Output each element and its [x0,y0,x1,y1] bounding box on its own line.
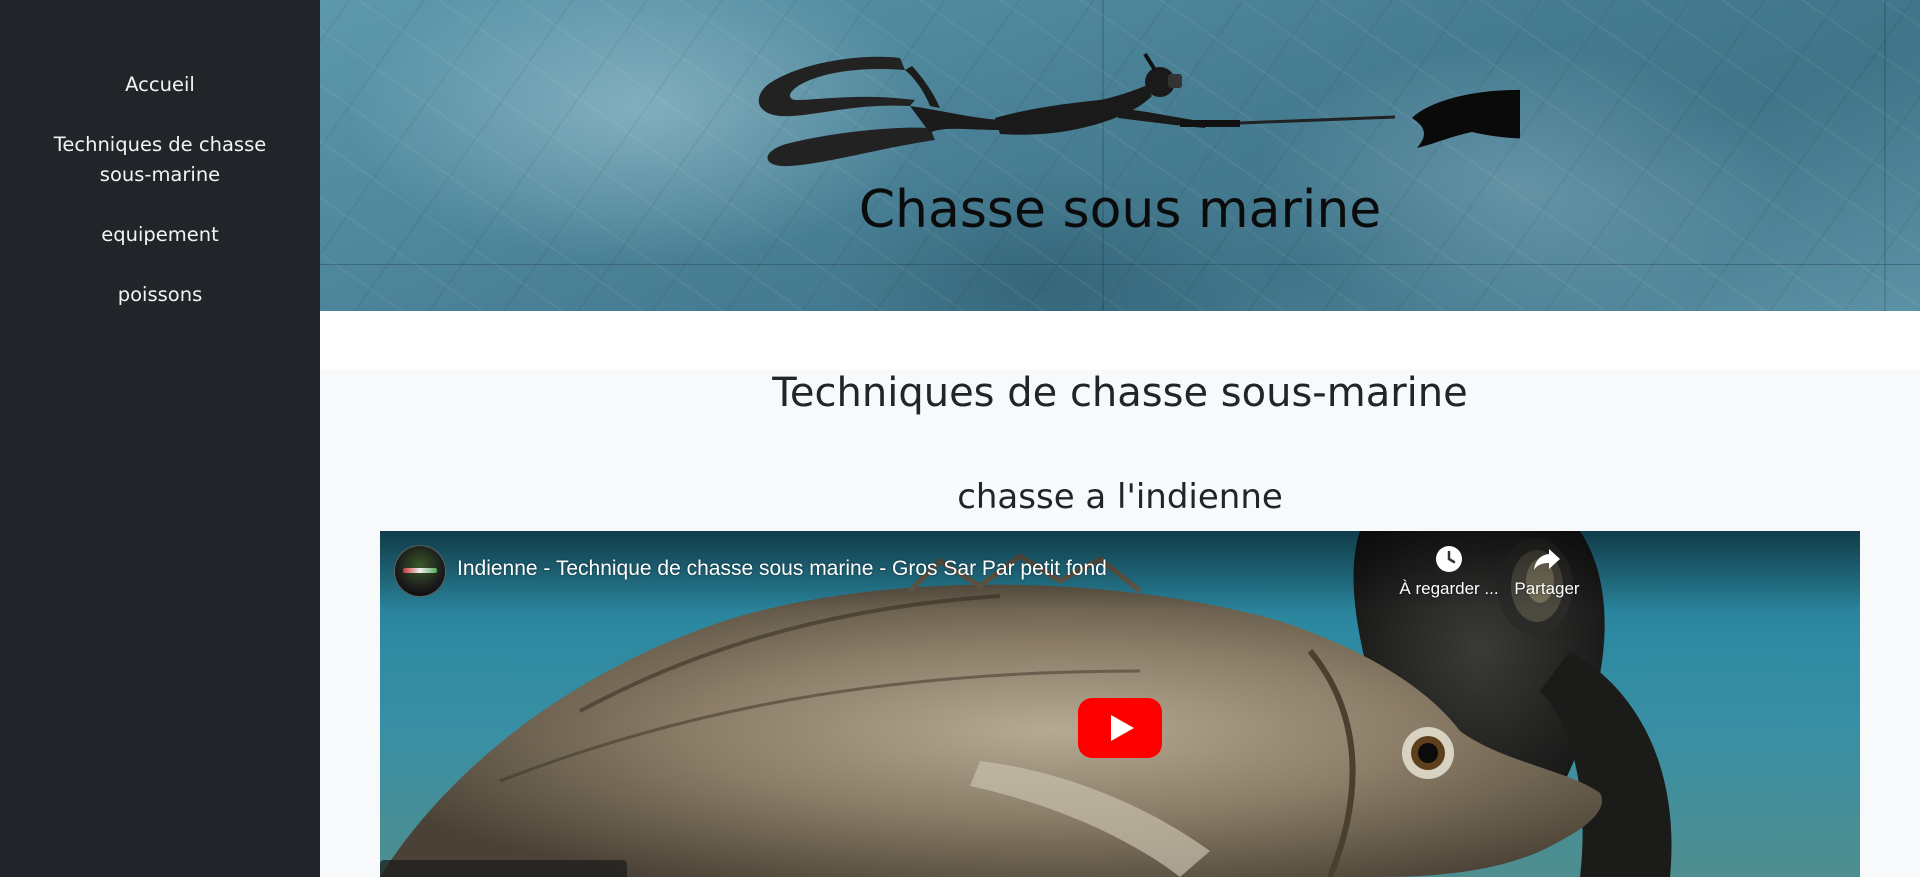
video-player[interactable]: Indienne - Technique de chasse sous mari… [380,531,1860,877]
main-content: Chasse sous marine Techniques de chasse … [320,0,1920,877]
share-icon [1534,549,1560,570]
watch-later-label: À regarder ... [1399,579,1499,598]
watch-later-button[interactable]: À regarder ... [1394,545,1504,599]
share-button[interactable]: Partager [1492,545,1602,599]
share-label: Partager [1514,579,1580,598]
site-title: Chasse sous marine [858,180,1382,240]
sidebar: Accueil Techniques de chasse sous-marine… [0,0,320,877]
page-title: Techniques de chasse sous-marine [772,370,1468,416]
banner-seam [1884,0,1886,311]
play-icon[interactable] [1078,698,1162,758]
banner-divider [320,264,1920,265]
section-heading: chasse a l'indienne [957,477,1283,517]
spearfisher-logo [758,52,1520,167]
sidebar-item-poissons[interactable]: poissons [45,280,275,310]
header-spacer [320,311,1920,370]
sidebar-item-techniques[interactable]: Techniques de chasse sous-marine [45,130,275,190]
channel-avatar[interactable] [394,545,446,597]
clock-icon [1436,546,1462,572]
video-title[interactable]: Indienne - Technique de chasse sous mari… [457,557,1107,581]
sidebar-item-accueil[interactable]: Accueil [45,70,275,100]
video-bottom-bar [380,860,627,877]
sidebar-item-equipement[interactable]: equipement [45,220,275,250]
header-banner: Chasse sous marine [320,0,1920,311]
